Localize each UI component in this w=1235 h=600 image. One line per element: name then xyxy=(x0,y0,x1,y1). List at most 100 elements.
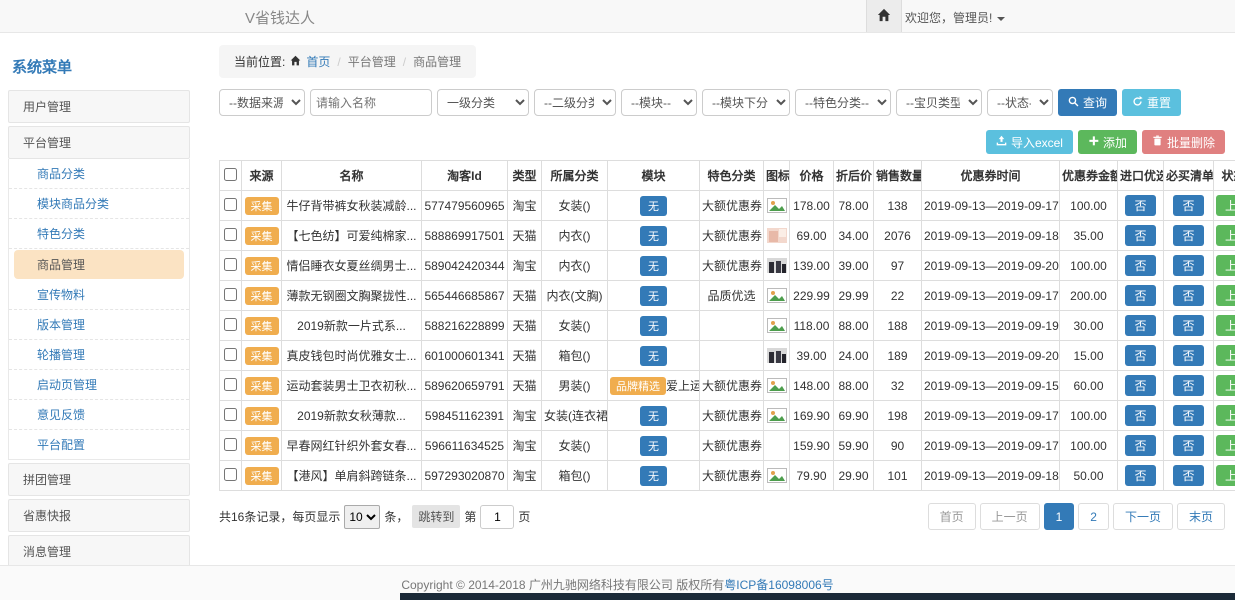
row-checkbox[interactable] xyxy=(224,348,237,361)
import-select-toggle[interactable]: 否 xyxy=(1125,375,1155,396)
status-badge[interactable]: 上架 xyxy=(1216,375,1235,396)
row-checkbox[interactable] xyxy=(224,318,237,331)
level2-category-select[interactable]: --二级分类-- xyxy=(534,89,616,116)
batch-delete-button[interactable]: 批量删除 xyxy=(1142,130,1225,154)
must-buy-toggle[interactable]: 否 xyxy=(1173,195,1203,216)
module-badge: 无 xyxy=(640,346,667,366)
import-excel-button[interactable]: 导入excel xyxy=(986,130,1073,154)
page-button-2[interactable]: 2 xyxy=(1078,503,1109,530)
sidebar-section[interactable]: 省惠快报 xyxy=(8,499,190,532)
row-checkbox-cell xyxy=(220,431,242,461)
status-badge[interactable]: 上架 xyxy=(1216,315,1235,336)
user-menu[interactable]: 欢迎您，管理员! xyxy=(905,9,1005,26)
row-checkbox[interactable] xyxy=(224,228,237,241)
home-button[interactable] xyxy=(866,0,902,32)
level1-category-select[interactable]: 一级分类 xyxy=(437,89,529,116)
import-select-toggle[interactable]: 否 xyxy=(1125,225,1155,246)
column-header: 淘客Id xyxy=(422,161,508,191)
row-checkbox[interactable] xyxy=(224,378,237,391)
import-select-toggle[interactable]: 否 xyxy=(1125,435,1155,456)
import-select-toggle[interactable]: 否 xyxy=(1125,195,1155,216)
feature-category-select[interactable]: --特色分类-- xyxy=(795,89,891,116)
sidebar-item[interactable]: 商品分类 xyxy=(9,159,189,189)
sales-count-cell: 188 xyxy=(874,311,922,341)
must-buy-toggle[interactable]: 否 xyxy=(1173,405,1203,426)
row-checkbox[interactable] xyxy=(224,408,237,421)
status-badge[interactable]: 上架 xyxy=(1216,225,1235,246)
row-checkbox[interactable] xyxy=(224,258,237,271)
module-cell: 无 xyxy=(608,461,700,491)
row-checkbox[interactable] xyxy=(224,468,237,481)
import-select-toggle[interactable]: 否 xyxy=(1125,255,1155,276)
sidebar-item[interactable]: 版本管理 xyxy=(9,310,189,340)
select-all-checkbox[interactable] xyxy=(224,168,237,181)
reset-button[interactable]: 重置 xyxy=(1122,89,1181,116)
import-select-toggle[interactable]: 否 xyxy=(1125,315,1155,336)
status-badge[interactable]: 上架 xyxy=(1216,345,1235,366)
sidebar-item[interactable]: 意见反馈 xyxy=(9,400,189,430)
sidebar-section-users[interactable]: 用户管理 xyxy=(8,90,190,123)
module-cell: 无 xyxy=(608,191,700,221)
must-buy-toggle[interactable]: 否 xyxy=(1173,315,1203,336)
row-checkbox-cell xyxy=(220,341,242,371)
row-checkbox[interactable] xyxy=(224,198,237,211)
row-checkbox[interactable] xyxy=(224,288,237,301)
must-buy-toggle[interactable]: 否 xyxy=(1173,435,1203,456)
module-subcategory-select[interactable]: --模块下分类-- xyxy=(702,89,790,116)
breadcrumb-home-link[interactable]: 首页 xyxy=(306,53,330,70)
status-badge[interactable]: 上架 xyxy=(1216,405,1235,426)
bottom-taskbar-strip xyxy=(400,593,1235,600)
source-cell: 采集 xyxy=(242,251,282,281)
sidebar-section[interactable]: 拼团管理 xyxy=(8,463,190,496)
page-jump-input[interactable] xyxy=(480,505,514,529)
module-select[interactable]: --模块-- xyxy=(621,89,697,116)
icp-link[interactable]: 粤ICP备16098006号 xyxy=(724,578,833,592)
page-button-末页[interactable]: 末页 xyxy=(1177,503,1225,530)
table-row: 采集2019新款女秋薄款...598451162391淘宝女装(连衣裙)无大额优… xyxy=(220,401,1235,431)
sidebar-item[interactable]: 轮播管理 xyxy=(9,340,189,370)
must-buy-toggle[interactable]: 否 xyxy=(1173,375,1203,396)
status-badge[interactable]: 上架 xyxy=(1216,285,1235,306)
must-buy-toggle[interactable]: 否 xyxy=(1173,285,1203,306)
per-page-select[interactable]: 10 xyxy=(344,505,380,529)
column-header: 图标 xyxy=(764,161,790,191)
sidebar-item[interactable]: 启动页管理 xyxy=(9,370,189,400)
import-select-toggle[interactable]: 否 xyxy=(1125,405,1155,426)
coupon-amount-cell: 35.00 xyxy=(1060,221,1118,251)
page-button-下一页[interactable]: 下一页 xyxy=(1113,503,1173,530)
must-buy-toggle[interactable]: 否 xyxy=(1173,255,1203,276)
row-checkbox[interactable] xyxy=(224,438,237,451)
page-button-1[interactable]: 1 xyxy=(1044,503,1075,530)
icon-cell xyxy=(764,311,790,341)
must-buy-toggle[interactable]: 否 xyxy=(1173,225,1203,246)
sidebar-item[interactable]: 特色分类 xyxy=(9,219,189,249)
type-cell: 淘宝 xyxy=(508,401,542,431)
sidebar-section-platform[interactable]: 平台管理 xyxy=(8,126,190,159)
must-buy-toggle[interactable]: 否 xyxy=(1173,465,1203,486)
page-button-上一页[interactable]: 上一页 xyxy=(980,503,1040,530)
status-select[interactable]: --状态-- xyxy=(987,89,1053,116)
import-select-toggle[interactable]: 否 xyxy=(1125,465,1155,486)
add-button[interactable]: 添加 xyxy=(1078,130,1137,154)
status-badge[interactable]: 上架 xyxy=(1216,255,1235,276)
status-badge[interactable]: 上架 xyxy=(1216,435,1235,456)
sidebar-item[interactable]: 平台配置 xyxy=(9,430,189,459)
page-button-首页[interactable]: 首页 xyxy=(928,503,976,530)
must-buy-toggle[interactable]: 否 xyxy=(1173,345,1203,366)
query-button[interactable]: 查询 xyxy=(1058,89,1117,116)
sidebar-item[interactable]: 商品管理 xyxy=(14,250,184,279)
status-badge[interactable]: 上架 xyxy=(1216,195,1235,216)
sidebar-item[interactable]: 模块商品分类 xyxy=(9,189,189,219)
sidebar-item[interactable]: 宣传物料 xyxy=(9,280,189,310)
name-search-input[interactable] xyxy=(310,89,432,116)
item-type-select[interactable]: --宝贝类型-- xyxy=(896,89,982,116)
sidebar-section[interactable]: 消息管理 xyxy=(8,535,190,568)
source-cell: 采集 xyxy=(242,191,282,221)
data-source-select[interactable]: --数据来源-- xyxy=(219,89,305,116)
import-select-toggle[interactable]: 否 xyxy=(1125,345,1155,366)
must-buy-cell: 否 xyxy=(1164,371,1214,401)
category-cell: 箱包() xyxy=(542,461,608,491)
taoke-id-cell: 588216228899 xyxy=(422,311,508,341)
import-select-toggle[interactable]: 否 xyxy=(1125,285,1155,306)
status-badge[interactable]: 上架 xyxy=(1216,465,1235,486)
